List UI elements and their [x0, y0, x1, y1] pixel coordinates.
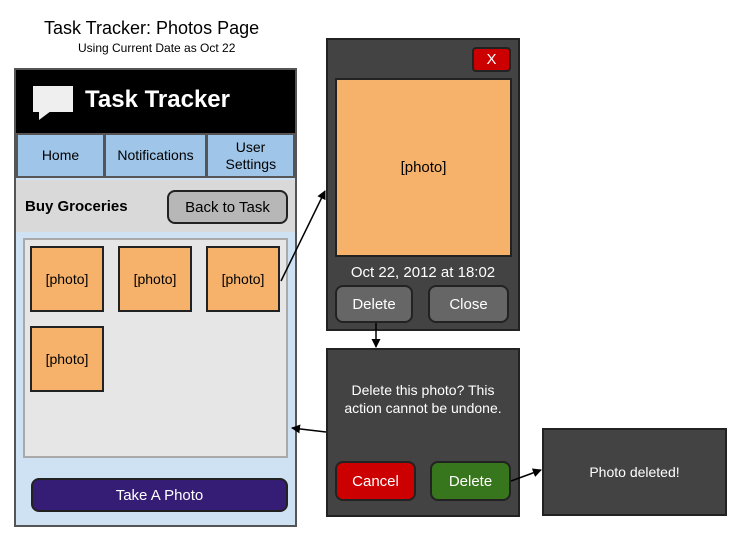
flow-arrows: [280, 190, 542, 482]
arrow-confirm-to-grid: [291, 424, 327, 434]
arrow-delete-to-result: [510, 468, 542, 482]
arrow-thumbnail-to-viewer: [280, 190, 326, 282]
